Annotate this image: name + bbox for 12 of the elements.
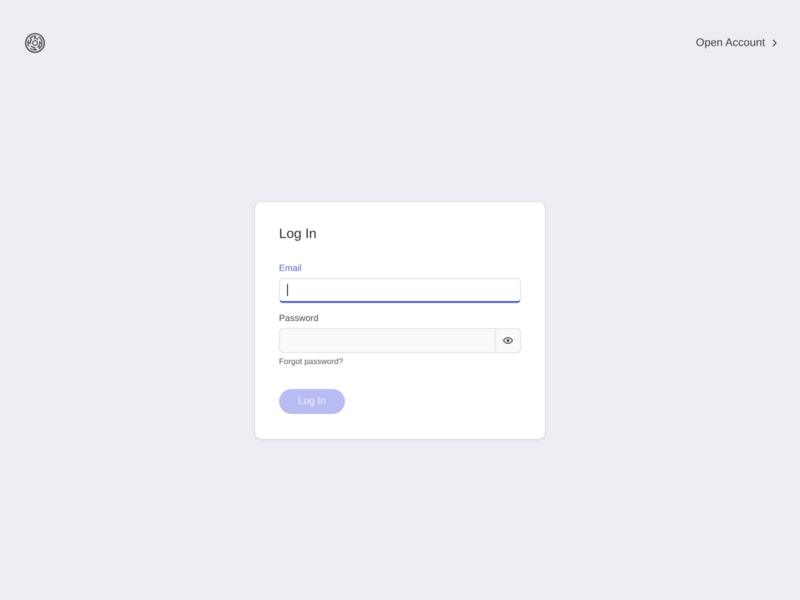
chevron-right-icon: [772, 39, 777, 47]
forgot-password-link[interactable]: Forgot password?: [279, 357, 344, 367]
open-account-link[interactable]: Open Account: [696, 37, 777, 49]
field-label: Email: [279, 263, 303, 274]
eye-icon: [503, 337, 513, 344]
text-cursor-icon: [287, 284, 288, 296]
email-input-field[interactable]: [279, 278, 521, 303]
field-label: Password: [279, 313, 320, 324]
show-password-button[interactable]: [495, 328, 521, 353]
circular-logo-icon[interactable]: [25, 33, 45, 53]
password-input-field[interactable]: [279, 328, 496, 353]
card-title: Log In: [279, 225, 318, 242]
